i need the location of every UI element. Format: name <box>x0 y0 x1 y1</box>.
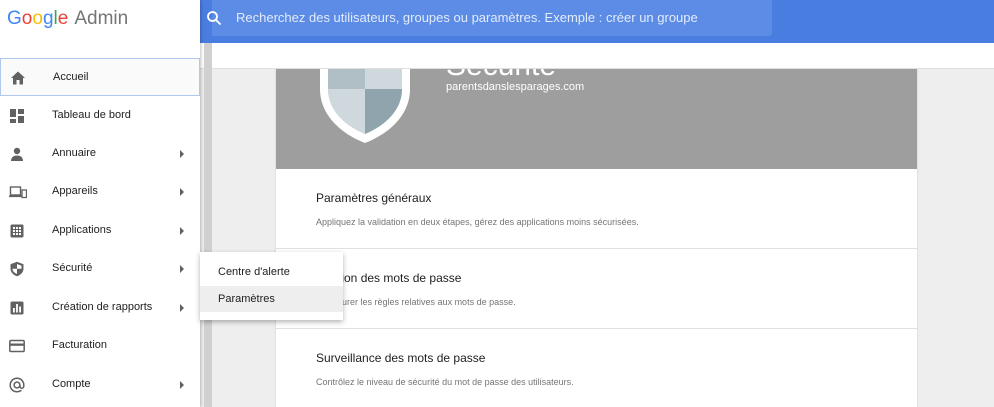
sidebar-item-creation-de-rapports[interactable]: Création de rapports <box>0 289 200 327</box>
sidebar-item-accueil[interactable]: Accueil <box>0 58 200 96</box>
sidebar-item-label: Facturation <box>52 339 108 351</box>
logo-product-name: Admin <box>74 8 129 29</box>
credit-card-icon <box>9 339 25 353</box>
chevron-right-icon <box>180 265 184 273</box>
sidebar-item-facturation[interactable]: Facturation <box>0 327 200 365</box>
person-icon <box>11 147 23 161</box>
sidebar-item-tableau-de-bord[interactable]: Tableau de bord <box>0 97 200 135</box>
submenu-item-label: Paramètres <box>218 293 275 305</box>
search-input[interactable]: Recherchez des utilisateurs, groupes ou … <box>236 10 698 25</box>
security-card: Sécurité parentsdanslesparages.com Param… <box>276 69 917 407</box>
section-description: Configurer les règles relatives aux mots… <box>316 297 516 307</box>
sidebar-item-label: Compte <box>52 378 91 390</box>
sidebar-item-label: Annuaire <box>52 147 97 159</box>
sidebar: Google Admin Accueil Tableau de bord Annu… <box>0 0 200 407</box>
dashboard-icon <box>10 109 24 123</box>
section-description: Appliquez la validation en deux étapes, … <box>316 217 639 227</box>
sidebar-item-securite[interactable]: Sécurité <box>0 250 200 288</box>
shield-icon <box>10 261 24 277</box>
sidebar-item-label: Tableau de bord <box>52 109 131 121</box>
chevron-right-icon <box>180 150 184 158</box>
sidebar-item-label: Appareils <box>52 185 98 197</box>
sidebar-item-label: Applications <box>52 224 112 236</box>
section-password-monitoring[interactable]: Surveillance des mots de passe Contrôlez… <box>276 329 917 407</box>
sidebar-item-compte[interactable]: Compte <box>0 366 200 404</box>
submenu-item-label: Centre d'alerte <box>218 266 290 278</box>
hero-banner: Sécurité parentsdanslesparages.com <box>276 69 917 169</box>
section-title: Surveillance des mots de passe <box>316 351 486 365</box>
chevron-right-icon <box>180 304 184 312</box>
devices-icon <box>9 186 27 199</box>
security-shield-icon <box>320 69 410 143</box>
sidebar-item-label: Accueil <box>53 71 89 83</box>
sidebar-item-appareils[interactable]: Appareils <box>0 173 200 211</box>
section-title: Paramètres généraux <box>316 191 432 205</box>
sidebar-scrollbar[interactable] <box>204 43 212 407</box>
section-description: Contrôlez le niveau de sécurité du mot d… <box>316 377 574 387</box>
submenu-item-parametres[interactable]: Paramètres <box>200 286 343 312</box>
bar-chart-icon <box>10 301 24 315</box>
chevron-right-icon <box>180 188 184 196</box>
sidebar-item-label: Création de rapports <box>52 301 153 313</box>
at-sign-icon <box>9 377 25 393</box>
security-submenu: Centre d'alerte Paramètres <box>200 252 343 320</box>
sidebar-item-annuaire[interactable]: Annuaire <box>0 135 200 173</box>
google-admin-logo[interactable]: Google Admin <box>7 8 128 30</box>
sidebar-item-label: Sécurité <box>52 262 93 274</box>
home-icon <box>11 71 25 85</box>
toolbar-strip <box>200 43 994 69</box>
chevron-right-icon <box>180 227 184 235</box>
sidebar-item-applications[interactable]: Applications <box>0 212 200 250</box>
submenu-item-centre-alerte[interactable]: Centre d'alerte <box>200 259 343 285</box>
apps-grid-icon <box>10 224 24 238</box>
section-general-settings[interactable]: Paramètres généraux Appliquez la validat… <box>276 169 917 249</box>
section-password-management[interactable]: Gestion des mots de passe Configurer les… <box>276 249 917 329</box>
domain-label: parentsdanslesparages.com <box>446 81 585 93</box>
chevron-right-icon <box>180 381 184 389</box>
search-icon[interactable] <box>206 10 222 26</box>
